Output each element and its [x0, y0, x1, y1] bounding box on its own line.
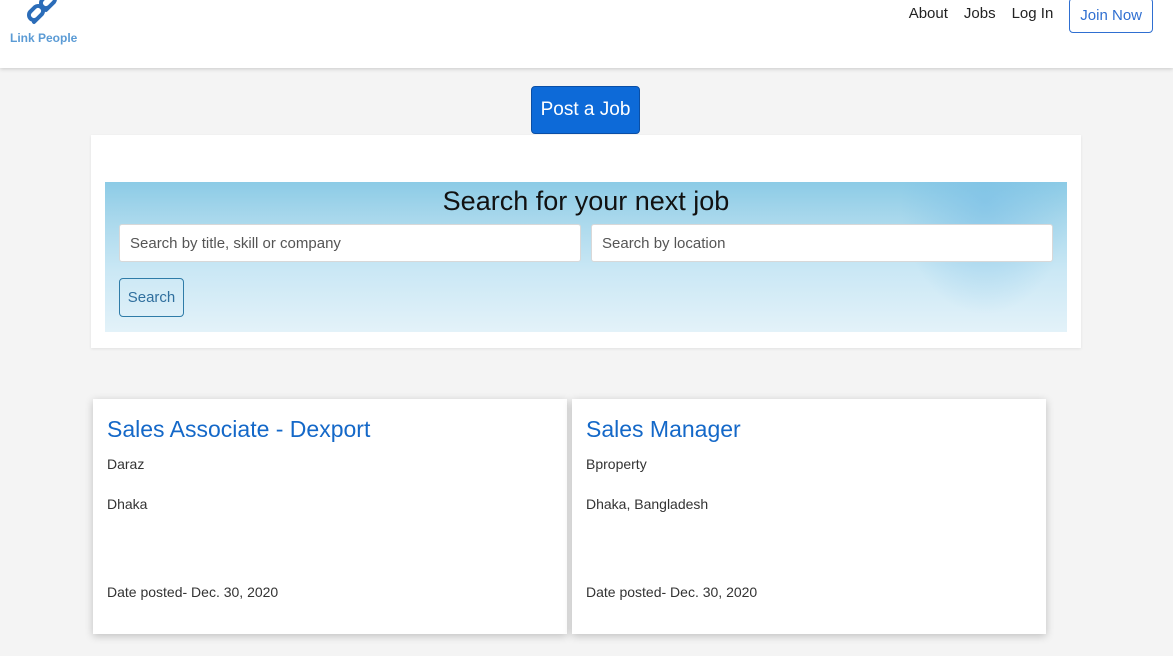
nav-about-link[interactable]: About	[909, 5, 948, 22]
job-title-link[interactable]: Sales Associate - Dexport	[107, 416, 370, 443]
search-title: Search for your next job	[442, 186, 730, 216]
job-company: Daraz	[107, 456, 145, 472]
job-location: Dhaka, Bangladesh	[586, 496, 709, 512]
job-company: Bproperty	[586, 456, 647, 472]
job-card: Sales Associate - Dexport Daraz Dhaka Da…	[93, 399, 567, 634]
job-card: Sales Manager Bproperty Dhaka, Banglades…	[572, 399, 1046, 634]
brand-logo[interactable]: Link People	[10, 0, 90, 50]
navbar: Link People About Jobs Log In Join Now	[0, 0, 1173, 68]
job-date-posted: Date posted- Dec. 30, 2020	[107, 584, 279, 600]
join-now-button[interactable]: Join Now	[1069, 0, 1153, 33]
chain-link-icon	[27, 0, 57, 24]
nav-links: About Jobs Log In Join Now	[909, 0, 1153, 34]
search-title-input[interactable]	[119, 224, 581, 262]
search-button[interactable]: Search	[119, 278, 184, 317]
post-job-button[interactable]: Post a Job	[531, 86, 640, 134]
search-location-input[interactable]	[591, 224, 1053, 262]
nav-login-link[interactable]: Log In	[1012, 5, 1054, 22]
job-location: Dhaka	[107, 496, 148, 512]
job-date-posted: Date posted- Dec. 30, 2020	[586, 584, 758, 600]
nav-jobs-link[interactable]: Jobs	[964, 5, 996, 22]
job-title-link[interactable]: Sales Manager	[586, 416, 741, 443]
brand-name: Link People	[10, 31, 78, 45]
search-card: Search for your next job Search	[91, 135, 1081, 348]
search-banner: Search for your next job Search	[105, 182, 1067, 332]
